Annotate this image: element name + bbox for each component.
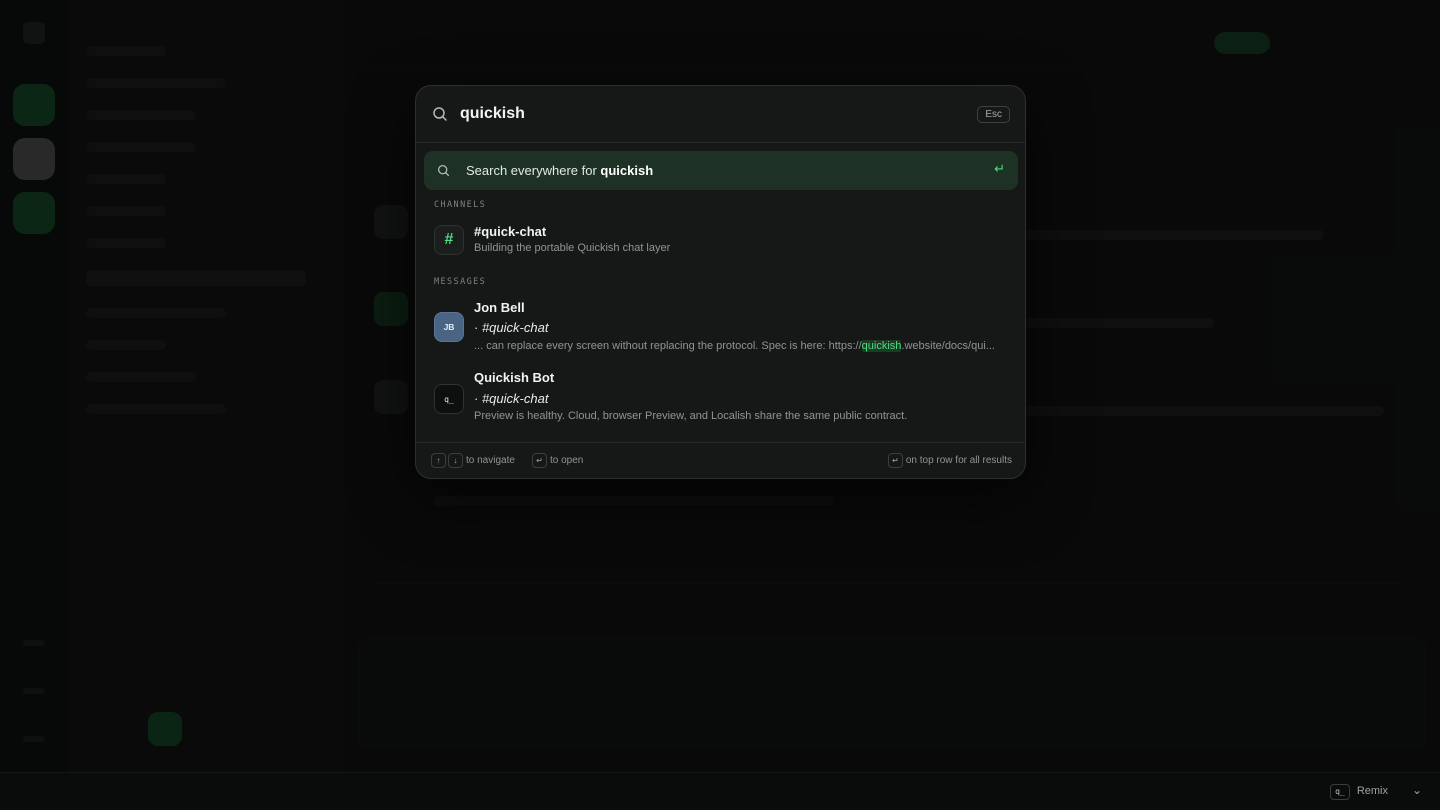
message-result[interactable]: JB Jon Bell · #quick-chat ... can replac… <box>424 297 1018 357</box>
enter-key: ↵ <box>887 453 903 468</box>
avatar: JB <box>434 312 464 342</box>
workspace-label[interactable]: Remix <box>1357 785 1388 797</box>
bottom-bar: q_ Remix ⌄ <box>0 772 1440 810</box>
chevron-down-icon[interactable]: ⌄ <box>1412 783 1422 797</box>
search-row: Esc <box>416 86 1025 143</box>
bot-icon: q_ <box>434 384 464 414</box>
search-match-highlight: quickish <box>861 340 902 352</box>
message-channel: · #quick-chat <box>474 391 549 406</box>
search-palette: Esc Search everywhere for quickish ↵ CHA… <box>415 85 1026 479</box>
all-results-hint: ↵ on top row for all results <box>887 453 1012 468</box>
search-icon <box>437 164 450 177</box>
arrow-up-key: ↑ <box>431 453 446 468</box>
message-result[interactable]: q_ Quickish Bot · #quick-chat Preview is… <box>424 367 1018 427</box>
workspace-logo-icon: q_ <box>1330 784 1350 800</box>
navigate-hint: ↑ ↓ to navigate <box>431 453 515 468</box>
message-channel: · #quick-chat <box>474 320 549 335</box>
search-everywhere-term: quickish <box>600 163 654 178</box>
enter-key: ↵ <box>532 453 547 468</box>
message-snippet: ... can replace every screen without rep… <box>474 340 995 352</box>
channel-description: Building the portable Quickish chat laye… <box>474 242 671 254</box>
section-label-messages: MESSAGES <box>434 277 487 287</box>
section-label-channels: CHANNELS <box>434 200 487 210</box>
search-everywhere-row[interactable]: Search everywhere for quickish ↵ <box>424 151 1018 190</box>
search-icon <box>433 107 447 121</box>
esc-key-hint[interactable]: Esc <box>977 106 1010 123</box>
palette-footer: ↑ ↓ to navigate ↵ to open ↵ on top row for a… <box>416 442 1025 478</box>
channel-result[interactable]: # #quick-chat Building the portable Quic… <box>424 220 1018 260</box>
channel-name: #quick-chat <box>474 224 547 239</box>
search-input[interactable] <box>460 102 940 126</box>
hash-icon: # <box>434 225 464 255</box>
open-hint: ↵ to open <box>532 453 583 468</box>
search-everywhere-label: Search everywhere for quickish <box>466 163 654 178</box>
arrow-down-key: ↓ <box>448 453 463 468</box>
message-author: Jon Bell <box>474 300 525 315</box>
enter-icon: ↵ <box>994 161 1005 176</box>
message-snippet: Preview is healthy. Cloud, browser Previ… <box>474 410 908 422</box>
message-author: Quickish Bot <box>474 370 555 385</box>
